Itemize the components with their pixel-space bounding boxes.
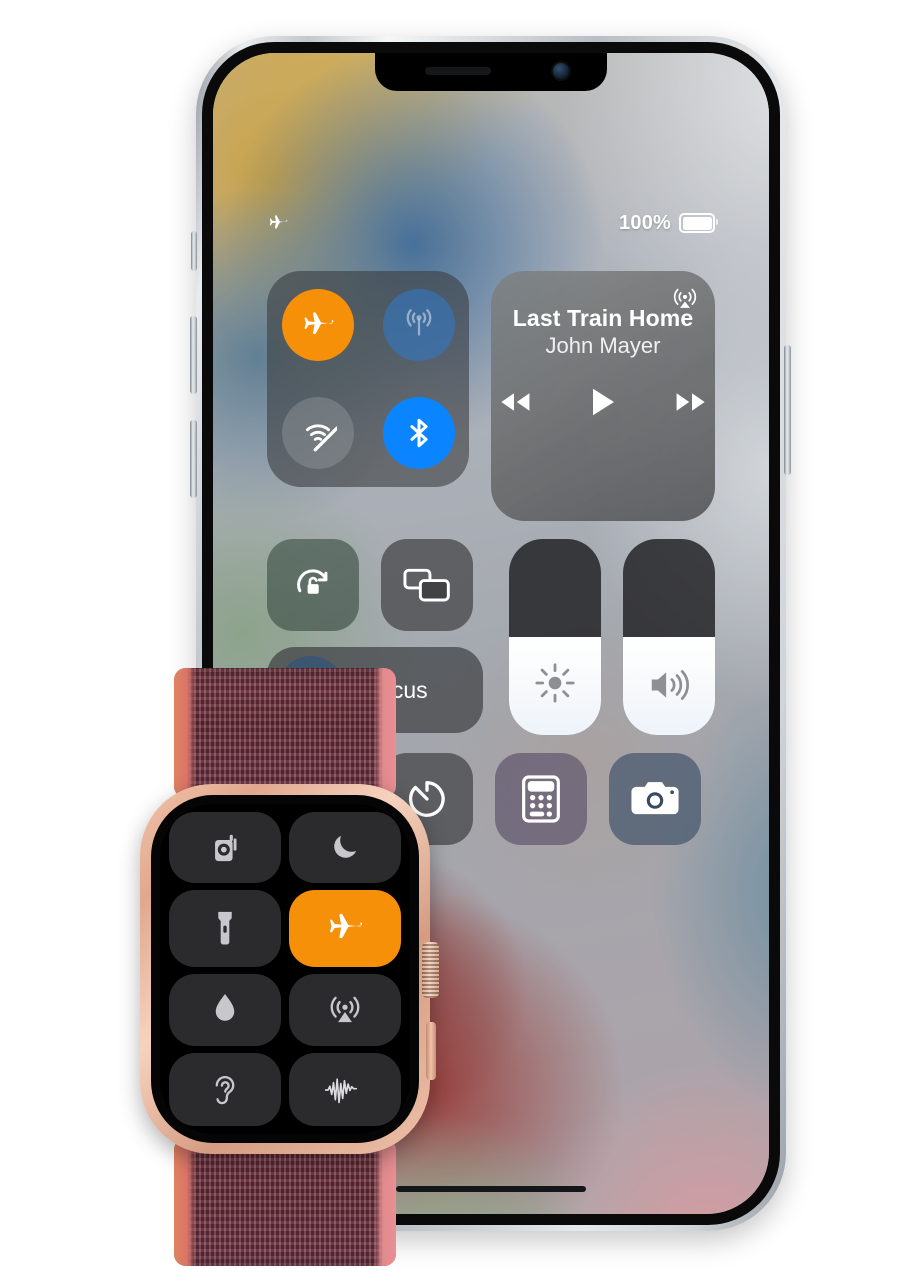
volume-down-button[interactable]: [190, 420, 197, 498]
screen-mirroring-button[interactable]: [381, 539, 473, 631]
brightness-slider[interactable]: [509, 539, 601, 735]
apple-watch-device: [120, 666, 450, 1266]
airplay-tile[interactable]: [289, 973, 401, 1047]
walkie-talkie-tile[interactable]: [169, 812, 281, 883]
calculator-icon: [518, 774, 564, 824]
bluetooth-toggle[interactable]: [382, 397, 455, 469]
now-playing-widget[interactable]: Last Train Home John Mayer: [491, 271, 715, 521]
battery-full-icon: [679, 213, 718, 233]
cc-row-top: Last Train Home John Mayer: [267, 271, 715, 521]
flashlight-icon: [214, 910, 236, 946]
rotation-lock-unlocked-icon: [289, 561, 337, 609]
volume-up-button[interactable]: [190, 316, 197, 394]
watch-bezel: [151, 795, 419, 1143]
connectivity-module[interactable]: [267, 271, 469, 487]
cellular-data-toggle[interactable]: [382, 289, 455, 361]
ear-icon: [209, 1072, 241, 1108]
fast-forward-icon[interactable]: [674, 389, 708, 415]
noise-tile[interactable]: [289, 1053, 401, 1126]
notch: [375, 53, 607, 91]
watch-case: [140, 784, 439, 1154]
play-icon[interactable]: [590, 387, 616, 417]
wifi-off-icon: [299, 414, 337, 452]
airplane-icon: [325, 908, 365, 948]
media-transport-controls: [498, 387, 708, 417]
theater-mode-tile[interactable]: [289, 812, 401, 883]
status-bar-right: 100%: [619, 211, 718, 235]
water-drop-icon: [211, 992, 239, 1028]
cellular-antenna-icon: [400, 306, 438, 344]
digital-crown[interactable]: [422, 942, 439, 998]
now-playing-artist: John Mayer: [545, 333, 661, 359]
watch-screen: [160, 804, 410, 1134]
rewind-icon[interactable]: [498, 389, 532, 415]
watch-band-top: [174, 668, 396, 798]
airplane-icon: [300, 307, 336, 343]
water-lock-tile[interactable]: [169, 973, 281, 1047]
earpiece-speaker-icon: [425, 67, 491, 75]
camera-icon: [629, 778, 681, 820]
side-button[interactable]: [784, 345, 791, 475]
moon-icon: [329, 831, 361, 863]
front-camera-icon: [553, 63, 569, 79]
watch-band-bottom: [174, 1138, 396, 1266]
status-bar-left: [267, 212, 619, 234]
watch-control-center: [169, 812, 401, 1126]
airplay-audio-icon[interactable]: [671, 284, 699, 312]
airplane-mode-toggle[interactable]: [281, 289, 354, 361]
walkie-talkie-icon: [208, 830, 242, 864]
battery-percent-label: 100%: [619, 211, 671, 234]
mute-switch[interactable]: [191, 231, 197, 271]
wifi-toggle[interactable]: [281, 397, 354, 469]
now-playing-title: Last Train Home: [512, 305, 694, 331]
flashlight-tile[interactable]: [169, 889, 281, 967]
bluetooth-icon: [402, 416, 436, 450]
noise-waveform-icon: [324, 1075, 366, 1105]
volume-slider[interactable]: [623, 539, 715, 735]
camera-shortcut[interactable]: [609, 753, 701, 845]
status-bar: 100%: [213, 203, 769, 243]
calculator-shortcut[interactable]: [495, 753, 587, 845]
watch-side-button[interactable]: [426, 1022, 436, 1080]
rotation-lock-toggle[interactable]: [267, 539, 359, 631]
airplane-mode-tile[interactable]: [289, 889, 401, 967]
airplane-icon: [267, 212, 289, 234]
volume-speaker-icon: [623, 665, 715, 705]
airplay-audio-icon: [327, 992, 363, 1028]
live-listen-tile[interactable]: [169, 1053, 281, 1126]
brightness-sun-icon: [509, 661, 601, 705]
screen-mirroring-icon: [402, 565, 452, 605]
